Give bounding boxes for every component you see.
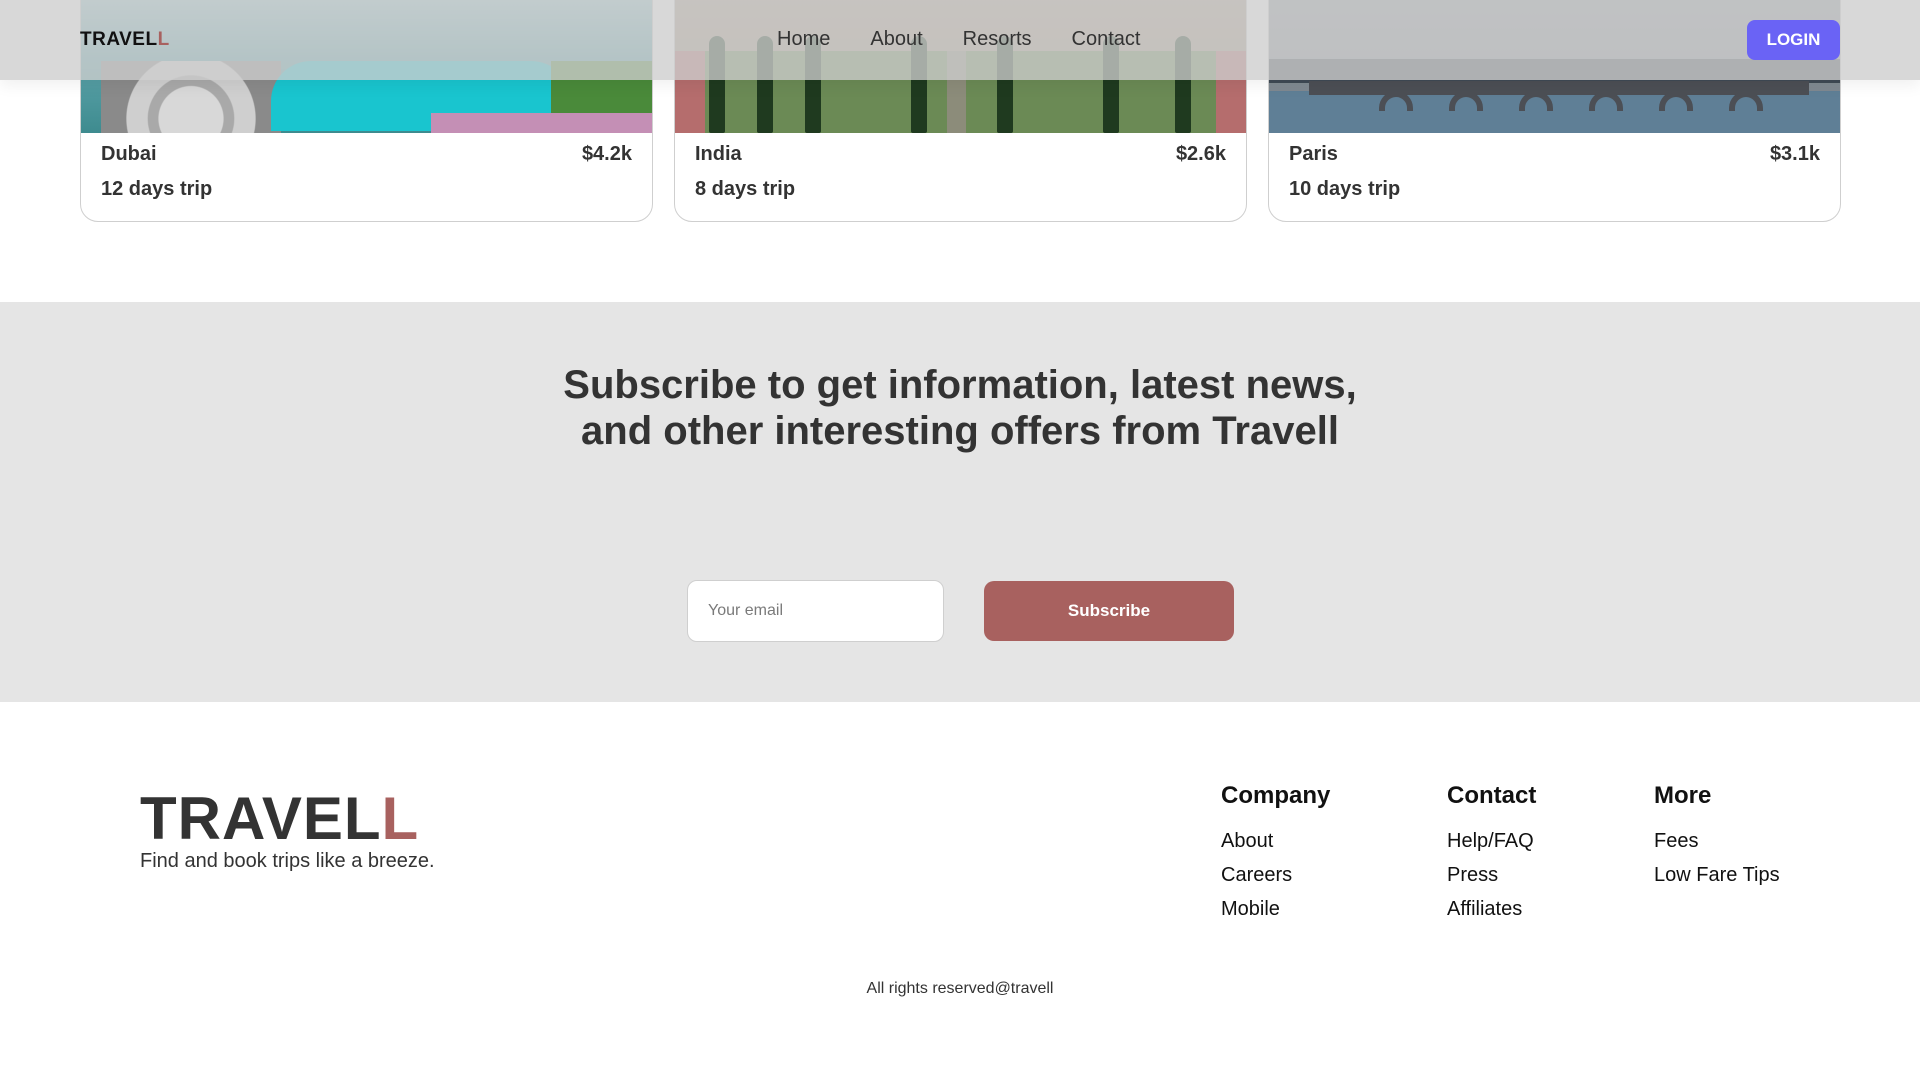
subscribe-title: Subscribe to get information, latest new… — [563, 363, 1357, 453]
logo-text: TRAVEL — [80, 29, 158, 50]
footer-link-fees[interactable]: Fees — [1654, 824, 1780, 858]
footer-column-title: Company — [1221, 782, 1331, 809]
footer-tagline: Find and book trips like a breeze. — [140, 850, 435, 872]
main-nav: Home About Resorts Contact — [777, 28, 1140, 51]
nav-contact[interactable]: Contact — [1072, 28, 1141, 51]
footer-column-title: Contact — [1447, 782, 1537, 809]
navbar: TRAVELL Home About Resorts Contact LOGIN — [0, 0, 1920, 80]
trip-price: $3.1k — [1769, 143, 1820, 165]
footer-link-affiliates[interactable]: Affiliates — [1447, 892, 1536, 926]
footer-column-more: More Fees Low Fare Tips — [1654, 782, 1780, 892]
footer-link-careers[interactable]: Careers — [1221, 858, 1330, 892]
subscribe-section: Subscribe to get information, latest new… — [0, 302, 1920, 702]
trip-duration: 12 days trip — [101, 178, 213, 200]
footer-link-mobile[interactable]: Mobile — [1221, 892, 1330, 926]
nav-home[interactable]: Home — [777, 28, 830, 51]
trip-duration: 10 days trip — [1289, 178, 1401, 200]
trip-price: $4.2k — [581, 143, 632, 165]
footer-logo-accent: L — [381, 785, 420, 852]
footer-link-low-fare-tips[interactable]: Low Fare Tips — [1654, 858, 1780, 892]
footer-logo-text: TRAVEL — [140, 785, 382, 852]
subscribe-button[interactable]: Subscribe — [984, 581, 1234, 641]
trip-price: $2.6k — [1175, 143, 1226, 165]
footer: TRAVELL Find and book trips like a breez… — [0, 702, 1920, 1080]
logo-accent: L — [157, 29, 170, 50]
nav-about[interactable]: About — [870, 28, 922, 51]
trip-name: Dubai — [101, 143, 157, 165]
login-button[interactable]: LOGIN — [1747, 20, 1840, 60]
trip-duration: 8 days trip — [695, 178, 796, 200]
footer-logo: TRAVELL — [140, 784, 419, 853]
nav-resorts[interactable]: Resorts — [963, 28, 1032, 51]
footer-column-contact: Contact Help/FAQ Press Affiliates — [1447, 782, 1536, 926]
copyright-text: All rights reserved@travell — [866, 980, 1054, 997]
header-logo[interactable]: TRAVELL — [80, 29, 170, 51]
email-input[interactable] — [687, 580, 944, 642]
footer-link-about[interactable]: About — [1221, 824, 1330, 858]
footer-column-company: Company About Careers Mobile — [1221, 782, 1330, 926]
trip-name: Paris — [1289, 143, 1338, 165]
footer-link-help-faq[interactable]: Help/FAQ — [1447, 824, 1536, 858]
trip-name: India — [695, 143, 742, 165]
footer-column-title: More — [1654, 782, 1712, 809]
footer-link-press[interactable]: Press — [1447, 858, 1536, 892]
